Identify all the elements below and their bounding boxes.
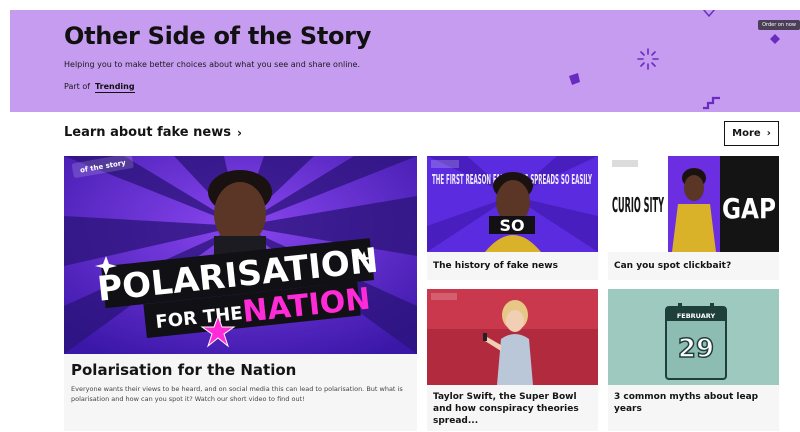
diamond-icon — [770, 34, 780, 44]
chevron-right-icon: › — [766, 128, 771, 139]
order-chip[interactable]: Order on now — [758, 20, 800, 30]
page-title: Other Side of the Story — [64, 22, 372, 50]
more-label: More — [732, 128, 761, 139]
triangle-icon — [702, 10, 716, 18]
featured-article-card[interactable]: of the story POLARISATION FOR THE NATION… — [64, 156, 417, 431]
card-title: 3 common myths about leap years — [614, 392, 759, 414]
article-card-leap-years[interactable]: FEBRUARY 29 3 common myths about leap ye… — [608, 289, 779, 431]
section-title-link[interactable]: Learn about fake news › — [64, 125, 242, 140]
part-of-label: Part of — [64, 82, 91, 91]
more-button[interactable]: More › — [724, 121, 779, 146]
sparkle-icon — [637, 48, 659, 70]
card-thumbnail: CURIO SITY GAP — [608, 156, 779, 252]
clickbait-image: CURIO SITY GAP — [608, 156, 779, 252]
featured-thumbnail: of the story POLARISATION FOR THE NATION — [64, 156, 417, 354]
card-title: Can you spot clickbait? — [614, 261, 732, 271]
svg-text:SO: SO — [499, 216, 524, 235]
calendar-month: FEBRUARY — [677, 312, 716, 320]
section-title: Learn about fake news — [64, 125, 231, 140]
article-card-clickbait[interactable]: CURIO SITY GAP Can you spot clickbait? — [608, 156, 779, 280]
calendar-day: 29 — [678, 334, 714, 364]
part-of-breadcrumb: Part of Trending — [64, 82, 135, 93]
clickbait-image-text-right: GAP — [722, 192, 776, 225]
article-card-conspiracy[interactable]: Taylor Swift, the Super Bowl and how con… — [427, 289, 598, 431]
calendar-icon: FEBRUARY 29 — [608, 289, 779, 385]
card-thumbnail — [427, 289, 598, 385]
card-thumbnail: THE FIRST REASON FAKE NEWS SPREADS SO EA… — [427, 156, 598, 252]
trending-link[interactable]: Trending — [95, 82, 135, 93]
conspiracy-image — [427, 289, 598, 385]
clickbait-image-text-left: CURIO SITY — [612, 193, 664, 217]
history-image: THE FIRST REASON FAKE NEWS SPREADS SO EA… — [427, 156, 598, 252]
page-subtitle: Helping you to make better choices about… — [64, 60, 360, 69]
chevron-right-icon: › — [236, 125, 242, 140]
article-card-history[interactable]: THE FIRST REASON FAKE NEWS SPREADS SO EA… — [427, 156, 598, 280]
hero-banner: Other Side of the Story Helping you to m… — [10, 10, 800, 112]
featured-image: of the story POLARISATION FOR THE NATION — [64, 156, 417, 354]
featured-title: Polarisation for the Nation — [71, 361, 297, 379]
featured-description: Everyone wants their views to be heard, … — [71, 385, 403, 403]
card-thumbnail: FEBRUARY 29 — [608, 289, 779, 385]
card-title: The history of fake news — [433, 261, 558, 271]
card-title: Taylor Swift, the Super Bowl and how con… — [433, 392, 579, 426]
zigzag-icon — [703, 96, 720, 110]
diamond-icon — [569, 73, 580, 85]
